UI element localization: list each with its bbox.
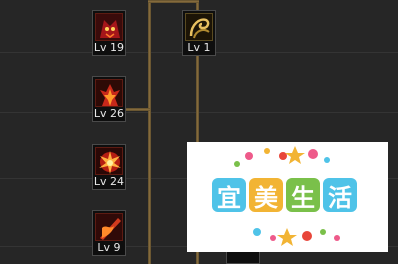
demon-mask-icon (95, 13, 123, 41)
grid-line (0, 112, 398, 113)
tree-connector (148, 0, 199, 3)
skill-level: Lv 24 (93, 175, 125, 188)
skill-slot[interactable]: Lv 24 (92, 144, 126, 190)
skill-slot[interactable]: Lv 19 (92, 10, 126, 56)
logo-char: 宜 (212, 178, 246, 212)
fire-burst-icon (95, 147, 123, 175)
skill-level: Lv 19 (93, 41, 125, 54)
logo-char: 活 (323, 178, 357, 212)
watermark-logo: 宜 美 生 活 (187, 142, 388, 252)
skill-level: Lv 9 (97, 241, 121, 254)
skill-slot[interactable]: Lv 1 (182, 10, 216, 56)
skill-level: Lv 26 (93, 107, 125, 120)
logo-char: 美 (249, 178, 283, 212)
skill-slot[interactable]: Lv 9 (92, 210, 126, 256)
fire-tree-icon (95, 79, 123, 107)
flame-blade-icon (95, 213, 123, 241)
skill-level: Lv 1 (187, 41, 211, 54)
golden-swirl-icon (185, 13, 213, 41)
skill-slot[interactable]: Lv 26 (92, 76, 126, 122)
tree-connector (148, 0, 151, 264)
logo-char: 生 (286, 178, 320, 212)
